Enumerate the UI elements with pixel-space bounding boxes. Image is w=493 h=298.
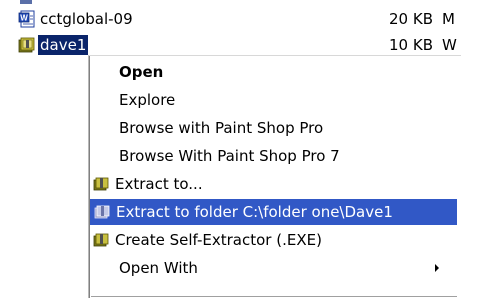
- menu-item-label: Open: [119, 63, 164, 81]
- winzip-icon: [93, 177, 109, 191]
- menu-item-extract-to-folder[interactable]: Extract to folder C:\folder one\Dave1: [90, 199, 457, 225]
- submenu-arrow-icon: [435, 264, 439, 272]
- context-menu: Open Explore Browse with Paint Shop Pro …: [88, 55, 461, 298]
- winzip-icon: [94, 205, 110, 219]
- file-size: 20 KB: [389, 10, 433, 28]
- winzip-archive-icon: [18, 37, 35, 53]
- menu-item-label: Browse with Paint Shop Pro: [119, 119, 324, 137]
- file-type: M: [442, 10, 455, 28]
- clipped-previous-row: [0, 0, 493, 6]
- menu-item-label: Extract to...: [115, 175, 203, 193]
- explorer-window: W cctglobal-09 20 KB M dave1 10 KB W Ope…: [0, 0, 493, 298]
- file-type: W: [442, 36, 457, 54]
- clipped-icon: [20, 0, 32, 4]
- svg-text:W: W: [20, 14, 28, 23]
- menu-item-label: Browse With Paint Shop Pro 7: [119, 147, 340, 165]
- menu-item-browse-psp7[interactable]: Browse With Paint Shop Pro 7: [89, 143, 459, 169]
- menu-item-extract-to[interactable]: Extract to...: [89, 171, 459, 197]
- winzip-icon: [93, 233, 109, 247]
- file-row[interactable]: W cctglobal-09 20 KB M: [0, 8, 493, 32]
- menu-item-open-with[interactable]: Open With: [89, 255, 459, 281]
- menu-item-browse-psp[interactable]: Browse with Paint Shop Pro: [89, 115, 459, 141]
- menu-item-create-self-extractor[interactable]: Create Self-Extractor (.EXE): [89, 227, 459, 253]
- file-name[interactable]: cctglobal-09: [38, 9, 135, 29]
- file-size: 10 KB: [389, 36, 433, 54]
- menu-item-label: Extract to folder C:\folder one\Dave1: [116, 203, 393, 221]
- menu-item-label: Open With: [119, 259, 198, 277]
- menu-item-open[interactable]: Open: [89, 59, 459, 85]
- word-document-icon: W: [18, 10, 35, 28]
- menu-item-explore[interactable]: Explore: [89, 87, 459, 113]
- menu-item-label: Explore: [119, 91, 176, 109]
- file-name[interactable]: dave1: [38, 35, 89, 55]
- menu-item-label: Create Self-Extractor (.EXE): [115, 231, 322, 249]
